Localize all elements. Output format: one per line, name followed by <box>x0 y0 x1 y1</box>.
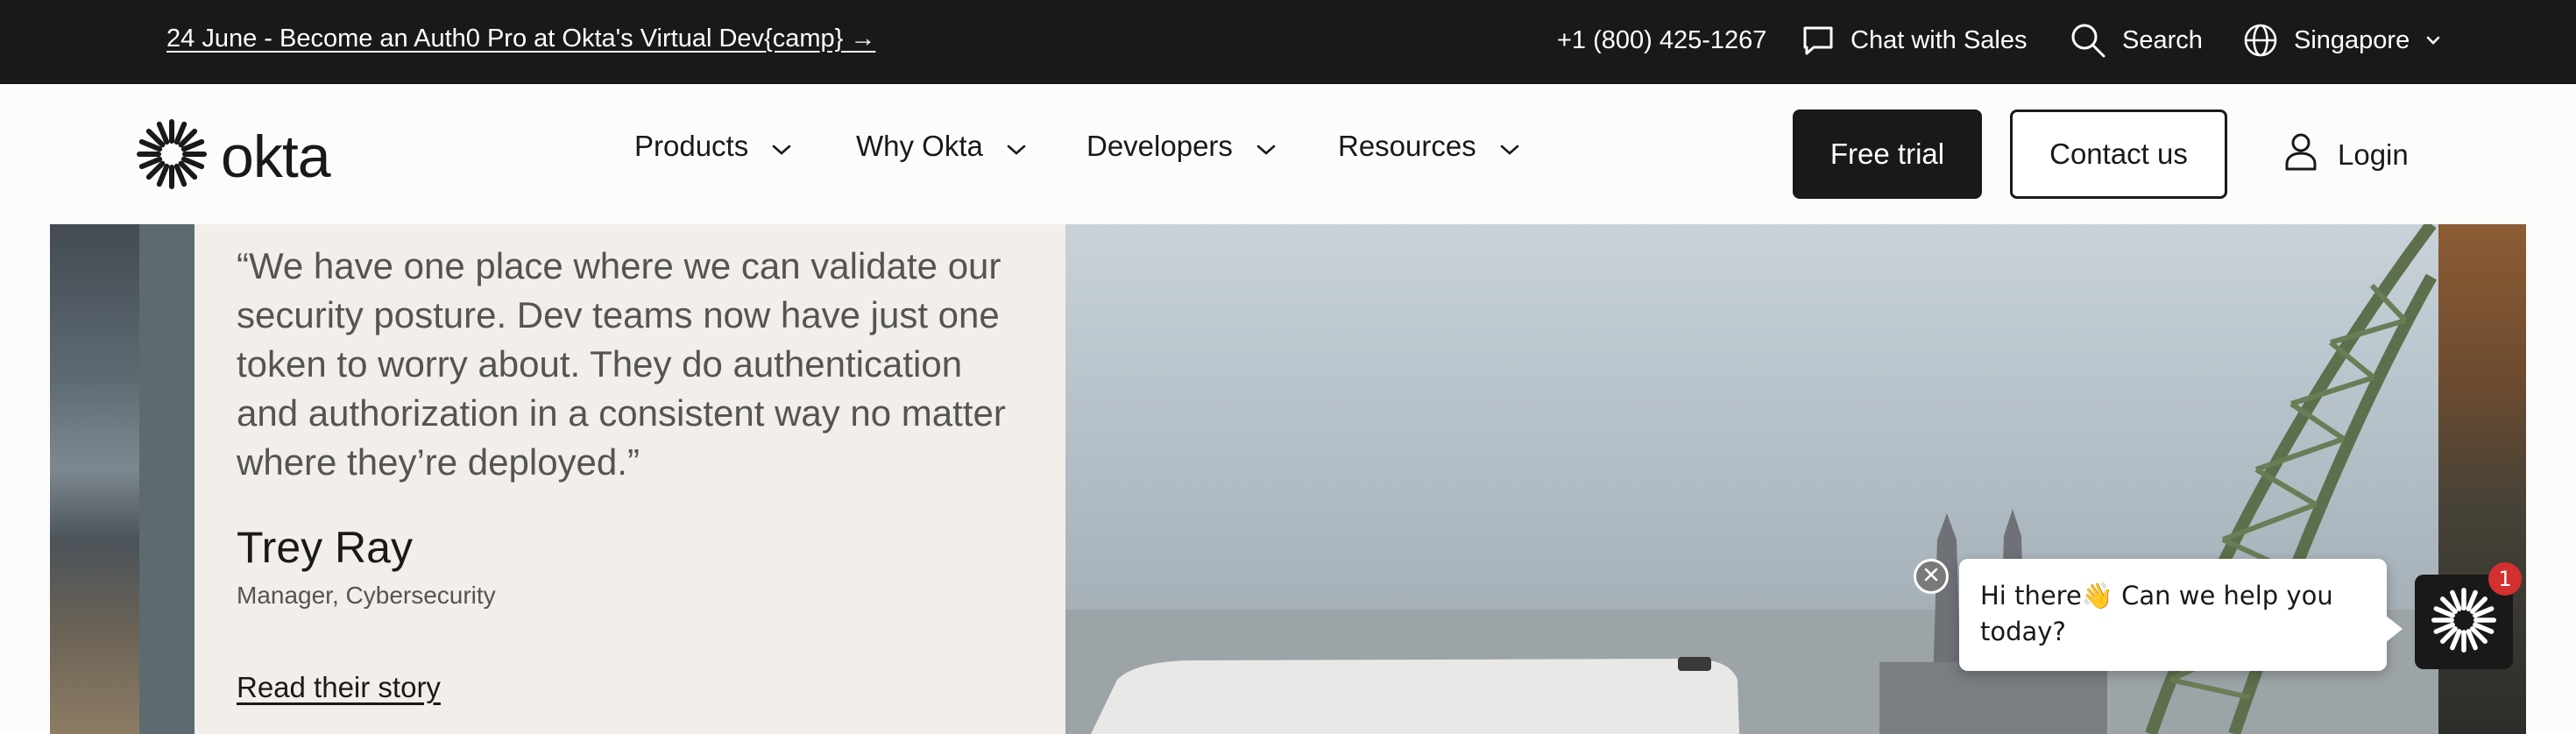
region-label: Singapore <box>2294 25 2410 54</box>
utility-bar: 24 June - Become an Auth0 Pro at Okta's … <box>0 0 2576 84</box>
testimonial-author-role: Manager, Cybersecurity <box>237 582 496 609</box>
read-story-link[interactable]: Read their story <box>237 671 441 704</box>
chevron-down-icon <box>1499 130 1520 163</box>
chat-with-sales-label: Chat with Sales <box>1851 25 2028 54</box>
search-icon <box>2070 22 2106 59</box>
login-label: Login <box>2338 138 2409 171</box>
okta-sunburst-icon <box>2431 587 2496 657</box>
okta-sunburst-icon <box>137 119 207 194</box>
phone-number: +1 (800) 425-1267 <box>1557 25 1767 54</box>
chat-greeting-text: Hi there👋 Can we help you today? <box>1980 581 2333 646</box>
search-button[interactable]: Search <box>2070 21 2203 60</box>
user-icon <box>2283 132 2318 178</box>
testimonial-card: “We have one place where we can validate… <box>195 224 1065 734</box>
chevron-down-icon <box>1006 130 1027 163</box>
chat-greeting-bubble[interactable]: Hi there👋 Can we help you today? <box>1959 559 2403 671</box>
free-trial-button[interactable]: Free trial <box>1793 109 1982 199</box>
okta-logo[interactable]: okta <box>137 119 331 194</box>
nav-item-developers[interactable]: Developers <box>1086 130 1277 163</box>
nav-item-label: Developers <box>1086 130 1233 162</box>
nav-item-label: Why Okta <box>856 130 983 162</box>
testimonial-author-name: Trey Ray <box>237 523 413 572</box>
chevron-down-icon <box>2425 35 2441 46</box>
phone-link[interactable]: +1 (800) 425-1267 <box>1557 21 1766 60</box>
chat-with-sales-link[interactable]: Chat with Sales <box>1801 21 2028 60</box>
logo-wordmark: okta <box>221 123 331 190</box>
nav-item-resources[interactable]: Resources <box>1338 130 1520 163</box>
search-label: Search <box>2122 25 2203 54</box>
testimonial-quote: “We have one place where we can validate… <box>237 245 1006 483</box>
chat-icon <box>1801 24 1835 57</box>
previous-slide-image[interactable] <box>50 224 139 734</box>
chevron-down-icon <box>771 130 792 163</box>
region-selector[interactable]: Singapore <box>2243 21 2441 60</box>
nav-item-label: Products <box>634 130 749 162</box>
globe-icon <box>2243 23 2278 58</box>
nav-item-label: Resources <box>1338 130 1476 162</box>
nav-item-why-okta[interactable]: Why Okta <box>856 130 1027 163</box>
close-icon <box>1922 566 1940 588</box>
main-navigation: okta Products Why Okta Developers Resour… <box>0 84 2576 224</box>
nav-item-products[interactable]: Products <box>634 130 792 163</box>
chat-dismiss-button[interactable] <box>1914 559 1949 594</box>
unread-count-badge: 1 <box>2488 562 2522 596</box>
contact-us-button[interactable]: Contact us <box>2010 109 2227 199</box>
chevron-down-icon <box>1256 130 1277 163</box>
login-link[interactable]: Login <box>2283 132 2409 178</box>
promo-banner-link[interactable]: 24 June - Become an Auth0 Pro at Okta's … <box>166 25 875 53</box>
